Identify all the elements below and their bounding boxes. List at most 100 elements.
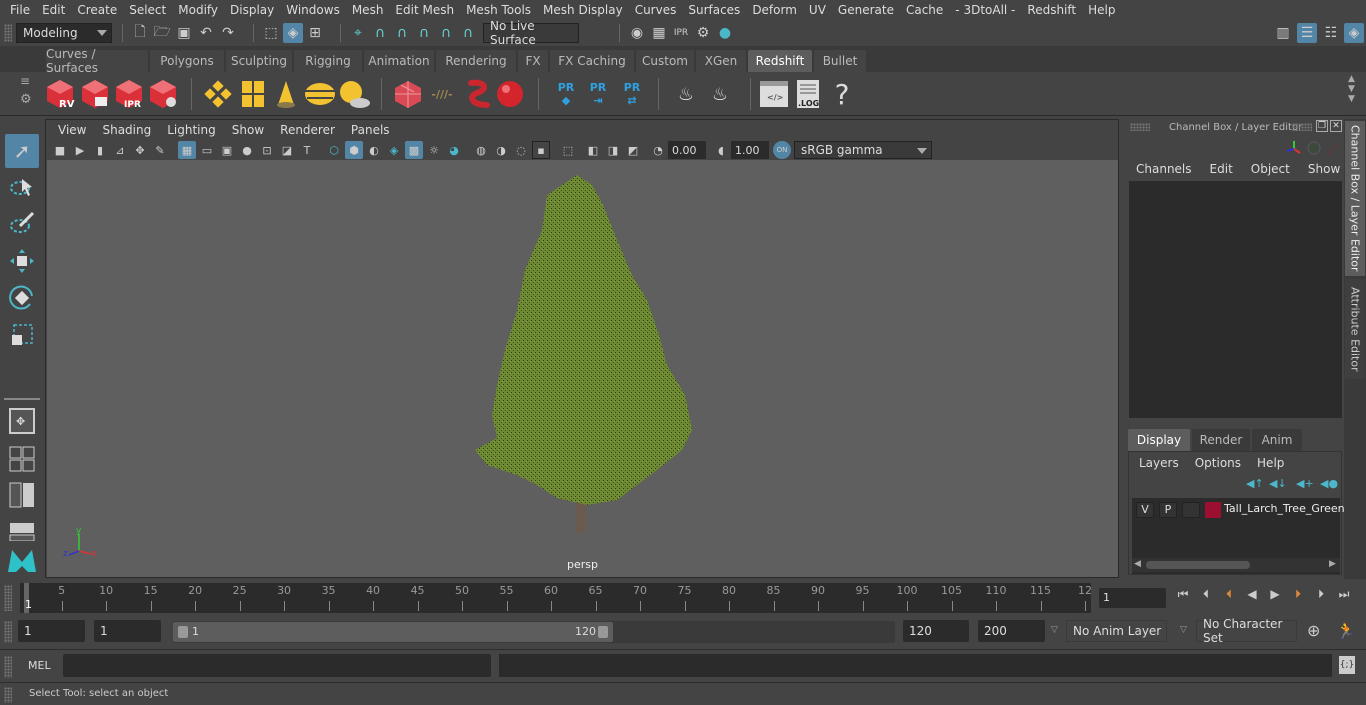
snap-surface-icon[interactable]: ∩ [436,23,456,43]
lasso-tool-icon[interactable] [5,170,39,204]
outliner-toggle-icon[interactable]: ☷ [1321,23,1341,43]
scroll-left-icon[interactable]: ◀ [1134,559,1141,569]
menu-edit-mesh[interactable]: Edit Mesh [389,3,460,17]
shelf-tab-rendering[interactable]: Rendering [436,50,516,72]
channel-box-menu-channels[interactable]: Channels [1136,162,1192,176]
script-editor-icon[interactable]: {;} [1339,656,1355,674]
xray-active-components-icon[interactable]: ◨ [604,141,622,159]
shelf-menu-icon[interactable]: ≡ [20,74,30,88]
shelf-tab-custom[interactable]: Custom [636,50,694,72]
open-scene-icon[interactable]: 🗁 [152,23,172,43]
shelf-tab-animation[interactable]: Animation [364,50,434,72]
select-camera-icon[interactable]: ■ [51,141,69,159]
range-end-handle[interactable] [598,626,608,638]
smooth-shade-icon[interactable]: ⬢ [345,141,363,159]
color-space-dropdown[interactable]: sRGB gamma [794,141,932,159]
channel-box-toggle-icon[interactable]: ☰ [1297,23,1317,43]
drag-handle[interactable] [4,656,12,678]
menu-redshift[interactable]: Redshift [1021,3,1082,17]
menu-curves[interactable]: Curves [629,3,683,17]
menu-windows[interactable]: Windows [280,3,346,17]
layer-tab-render[interactable]: Render [1192,429,1250,451]
menu-create[interactable]: Create [71,3,123,17]
layer-menu-layers[interactable]: Layers [1139,456,1179,470]
snap-point-icon[interactable]: ∩ [392,23,412,43]
menu-mesh-tools[interactable]: Mesh Tools [460,3,537,17]
menu-surfaces[interactable]: Surfaces [682,3,746,17]
redshift-sphere-icon[interactable] [494,78,526,110]
new-scene-icon[interactable]: 🗋 [130,23,150,43]
menu-set-selector[interactable]: Modeling [16,23,112,43]
playback-start-field[interactable]: 1 [94,620,161,642]
channel-box-menu-object[interactable]: Object [1251,162,1290,176]
step-forward-frame-icon[interactable]: ⏵ [1313,586,1329,602]
render-view-icon[interactable]: ◉ [627,23,647,43]
redo-icon[interactable]: ↷ [218,23,238,43]
step-back-frame-icon[interactable]: ⏴ [1198,586,1214,602]
modeling-toolkit-icon[interactable]: ▥ [1273,23,1293,43]
redshift-pr-object-icon[interactable]: PR ◆ [550,78,582,110]
move-tool-icon[interactable] [5,244,39,278]
snap-curve-icon[interactable]: ∩ [370,23,390,43]
two-d-pan-zoom-icon[interactable]: ✥ [131,141,149,159]
redshift-script-editor-icon[interactable]: </> [758,78,790,110]
redshift-dome-light-icon[interactable] [304,78,336,110]
viewport-menu-lighting[interactable]: Lighting [159,123,224,137]
redshift-hair-icon[interactable]: -///- [426,78,458,110]
shelf-tab-sculpting[interactable]: Sculpting [226,50,292,72]
grease-pencil-icon[interactable]: ✎ [151,141,169,159]
channel-box-menu-edit[interactable]: Edit [1210,162,1233,176]
redshift-pr-convert-icon[interactable]: PR ⇄ [616,78,648,110]
redshift-log-icon[interactable]: .LOG [792,78,824,110]
channel-box-menu-show[interactable]: Show [1308,162,1340,176]
depth-of-field-icon[interactable]: ▪ [532,141,550,159]
resolution-gate-icon[interactable]: ▣ [218,141,236,159]
four-view-layout-icon[interactable] [5,442,39,476]
float-panel-icon[interactable]: ❐ [1316,120,1328,132]
redshift-bake-icon[interactable]: ♨ [670,78,702,110]
shelf-tab-bullet[interactable]: Bullet [814,50,866,72]
camera-attributes-icon[interactable]: ▶ [71,141,89,159]
go-to-end-icon[interactable]: ⏭ [1336,586,1352,602]
viewport-menu-show[interactable]: Show [224,123,272,137]
redshift-portal-light-icon[interactable] [237,78,269,110]
field-chart-icon[interactable]: ⊡ [258,141,276,159]
animation-preferences-icon[interactable]: 🏃 [1336,621,1356,640]
snap-view-plane-icon[interactable]: ∩ [414,23,434,43]
select-component-icon[interactable]: ⊞ [305,23,325,43]
character-set-selector[interactable]: No Character Set [1196,617,1297,645]
animation-end-field[interactable]: 200 [978,620,1045,642]
redshift-render-sequence-icon[interactable] [79,78,111,110]
redshift-proxy-icon[interactable] [462,78,494,110]
outliner-persp-layout-icon[interactable] [5,478,39,512]
gamma-field[interactable]: 1.00 [731,141,769,159]
render-settings-icon[interactable]: ⚙ [693,23,713,43]
grid-icon[interactable]: ▦ [178,141,196,159]
range-start-handle[interactable] [178,626,188,638]
save-scene-icon[interactable]: ▣ [174,23,194,43]
redshift-render-view-icon[interactable]: RV [44,78,76,110]
ipr-render-icon[interactable]: IPR [671,23,691,43]
render-current-frame-icon[interactable]: ▦ [649,23,669,43]
menu-mesh[interactable]: Mesh [346,3,390,17]
motion-blur-icon[interactable]: ◑ [492,141,510,159]
viewport-menu-shading[interactable]: Shading [94,123,159,137]
layer-menu-help[interactable]: Help [1257,456,1284,470]
create-layer-from-selected-icon[interactable]: ◀● [1320,477,1338,490]
menu-uv[interactable]: UV [803,3,832,17]
go-to-start-icon[interactable]: ⏮ [1175,586,1191,602]
shelf-tab-rigging[interactable]: Rigging [294,50,362,72]
layer-list-scrollbar[interactable]: ◀ ▶ [1132,558,1340,572]
viewport-menu-view[interactable]: View [50,123,94,137]
move-layer-up-icon[interactable]: ◀↑ [1246,477,1264,490]
gamma-icon[interactable]: ◖ [712,141,730,159]
script-language-toggle[interactable]: MEL [28,659,51,672]
redshift-volume-icon[interactable] [392,78,424,110]
menu-file[interactable]: File [4,3,36,17]
layer-menu-options[interactable]: Options [1195,456,1241,470]
safe-action-icon[interactable]: ◪ [278,141,296,159]
redshift-ipr-icon[interactable]: IPR [113,78,145,110]
rotate-tool-icon[interactable] [5,281,39,315]
timeline-ruler[interactable]: 1 5 10 15 20 25 30 35 40 45 50 55 60 65 70 75 80 85 90 95 1… [20,583,1092,613]
drag-handle[interactable] [4,24,12,42]
